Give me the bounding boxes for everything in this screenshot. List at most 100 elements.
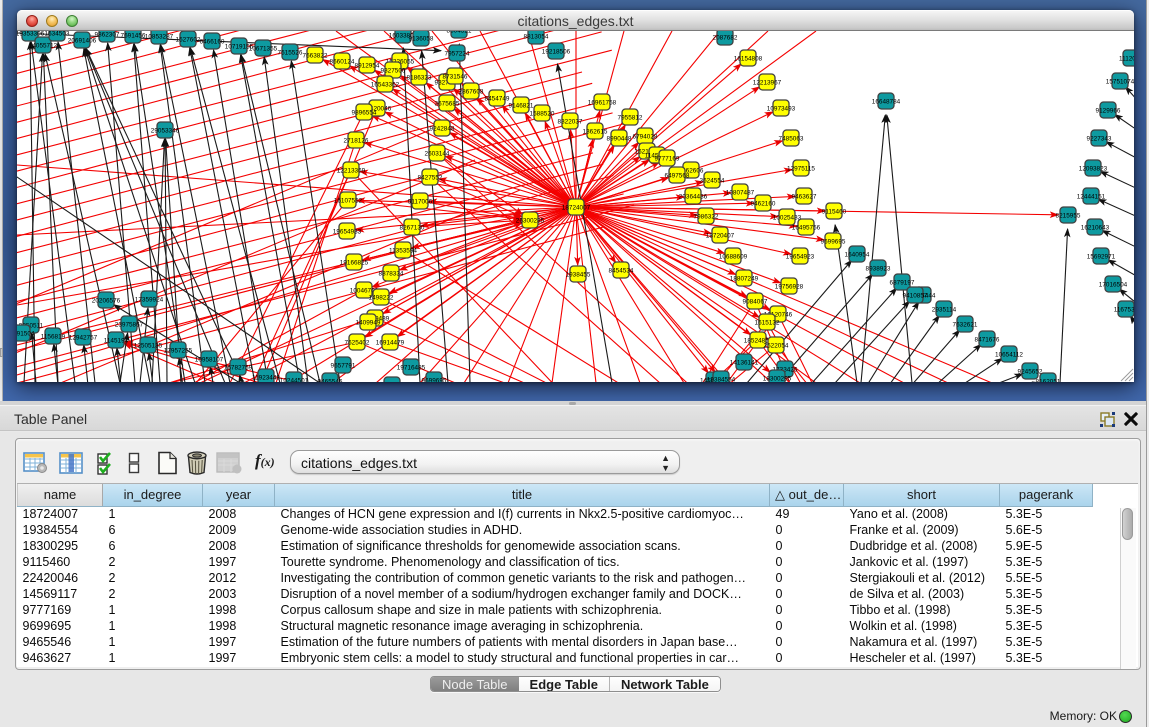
svg-text:1640954: 1640954 [845, 252, 870, 259]
svg-text:8912954: 8912954 [355, 63, 380, 70]
svg-text:17957255: 17957255 [164, 348, 193, 355]
svg-text:12213967: 12213967 [753, 80, 782, 87]
svg-text:1498222: 1498222 [369, 295, 394, 302]
svg-text:7955812: 7955812 [618, 115, 643, 122]
svg-text:2603144: 2603144 [425, 151, 450, 158]
svg-text:1615132: 1615132 [755, 320, 780, 327]
svg-text:7632621: 7632621 [953, 322, 978, 329]
svg-text:6879197: 6879197 [890, 280, 915, 287]
svg-text:15692971: 15692971 [1087, 254, 1116, 261]
svg-text:19716485: 19716485 [397, 365, 426, 372]
svg-text:9777169: 9777169 [655, 156, 680, 163]
svg-text:9117006: 9117006 [408, 199, 433, 206]
svg-text:18724007: 18724007 [562, 205, 591, 212]
svg-text:20206576: 20206576 [92, 298, 121, 305]
svg-text:10654112: 10654112 [995, 352, 1023, 359]
svg-text:9129966: 9129966 [1096, 108, 1121, 115]
svg-text:10244501: 10244501 [280, 378, 309, 383]
svg-text:1634503: 1634503 [45, 31, 70, 38]
svg-text:10688609: 10688609 [719, 254, 748, 261]
svg-text:19218506: 19218506 [542, 49, 571, 56]
svg-text:9391504: 9391504 [17, 331, 35, 338]
svg-text:8990448: 8990448 [607, 136, 632, 143]
svg-text:10958107: 10958107 [195, 357, 224, 364]
svg-text:9327500: 9327500 [381, 68, 406, 75]
svg-text:19654923: 19654923 [786, 254, 815, 261]
svg-text:8162051: 8162051 [1036, 379, 1061, 383]
svg-text:20691406: 20691406 [68, 38, 97, 45]
svg-text:9462160: 9462160 [751, 201, 776, 208]
svg-text:19654933: 19654933 [333, 229, 362, 236]
svg-text:7691456: 7691456 [121, 33, 146, 40]
svg-text:1938455: 1938455 [566, 272, 591, 279]
svg-text:6794028: 6794028 [633, 134, 658, 141]
svg-text:1112063: 1112063 [1119, 56, 1134, 63]
svg-text:1145194: 1145194 [104, 338, 129, 345]
svg-text:9245652: 9245652 [1018, 369, 1043, 376]
svg-text:8604321: 8604321 [447, 31, 472, 35]
svg-text:1167533: 1167533 [1114, 307, 1134, 314]
svg-text:9242848: 9242848 [430, 126, 455, 133]
svg-text:19384554: 19384554 [707, 377, 736, 383]
svg-text:8878334: 8878334 [379, 271, 404, 278]
svg-text:8427552: 8427552 [418, 175, 443, 182]
svg-text:29053346: 29053346 [151, 128, 180, 135]
svg-text:12213369: 12213369 [337, 168, 366, 175]
svg-text:3675685: 3675685 [435, 101, 460, 108]
svg-text:16648784: 16648784 [872, 99, 901, 106]
svg-text:19166825: 19166825 [340, 260, 369, 267]
svg-text:2867608: 2867608 [459, 89, 484, 96]
svg-text:9657791: 9657791 [331, 363, 356, 370]
svg-text:9115460: 9115460 [822, 209, 847, 216]
svg-text:7515526: 7515526 [278, 50, 303, 57]
svg-text:26300235: 26300235 [516, 218, 545, 225]
svg-text:9465546: 9465546 [318, 379, 343, 383]
svg-text:1588520: 1588520 [530, 111, 555, 118]
svg-text:9084067: 9084067 [743, 299, 768, 306]
svg-text:16543362: 16543362 [371, 82, 400, 89]
svg-text:16495756: 16495756 [792, 225, 821, 232]
svg-text:10671355: 10671355 [249, 46, 278, 53]
svg-text:12975115: 12975115 [787, 166, 815, 173]
svg-text:7957224: 7957224 [445, 51, 470, 58]
svg-text:9227343: 9227343 [1087, 136, 1112, 143]
svg-text:1527602: 1527602 [176, 37, 201, 44]
svg-text:8322037: 8322037 [558, 119, 583, 126]
svg-text:6497568: 6497568 [665, 173, 690, 180]
svg-text:17359924: 17359924 [135, 297, 164, 304]
svg-text:1362615: 1362615 [583, 129, 608, 136]
svg-text:9699695: 9699695 [821, 239, 846, 246]
svg-text:14136141: 14136141 [730, 360, 759, 367]
svg-text:7625402: 7625402 [345, 340, 370, 347]
svg-text:8471676: 8471676 [975, 337, 1000, 344]
svg-text:10973493: 10973493 [767, 106, 796, 113]
svg-text:16961758: 16961758 [588, 100, 617, 107]
svg-text:9699695: 9699695 [422, 378, 447, 383]
svg-text:10853287: 10853287 [145, 34, 174, 41]
svg-text:8267130: 8267130 [400, 225, 425, 232]
svg-text:1409949: 1409949 [356, 320, 381, 327]
svg-text:16154808: 16154808 [734, 56, 763, 63]
svg-text:7986322: 7986322 [694, 214, 719, 221]
svg-text:9136058: 9136058 [409, 36, 434, 43]
svg-text:12093823: 12093823 [1079, 166, 1108, 173]
svg-text:16107552: 16107552 [334, 198, 363, 205]
svg-text:2522054: 2522054 [764, 343, 789, 350]
svg-text:8454749: 8454749 [485, 96, 510, 103]
svg-text:6466160: 6466160 [200, 39, 225, 46]
svg-text:12505135: 12505135 [134, 343, 163, 350]
svg-text:16914479: 16914479 [376, 340, 405, 347]
svg-text:18807249: 18807249 [730, 276, 759, 283]
svg-text:8186323: 8186323 [407, 75, 432, 82]
svg-text:23975867: 23975867 [115, 322, 144, 329]
svg-text:8938923: 8938923 [866, 266, 891, 273]
svg-text:2718126: 2718126 [344, 138, 369, 145]
svg-text:8454534: 8454534 [609, 268, 634, 275]
svg-text:12444151: 12444151 [1077, 194, 1106, 201]
svg-text:9463627: 9463627 [792, 194, 817, 201]
svg-text:3624554: 3624554 [700, 178, 725, 185]
svg-text:9862307: 9862307 [95, 32, 120, 39]
svg-text:7485063: 7485063 [779, 136, 804, 143]
svg-text:18300295: 18300295 [763, 376, 792, 383]
svg-text:9896554: 9896554 [352, 110, 377, 117]
